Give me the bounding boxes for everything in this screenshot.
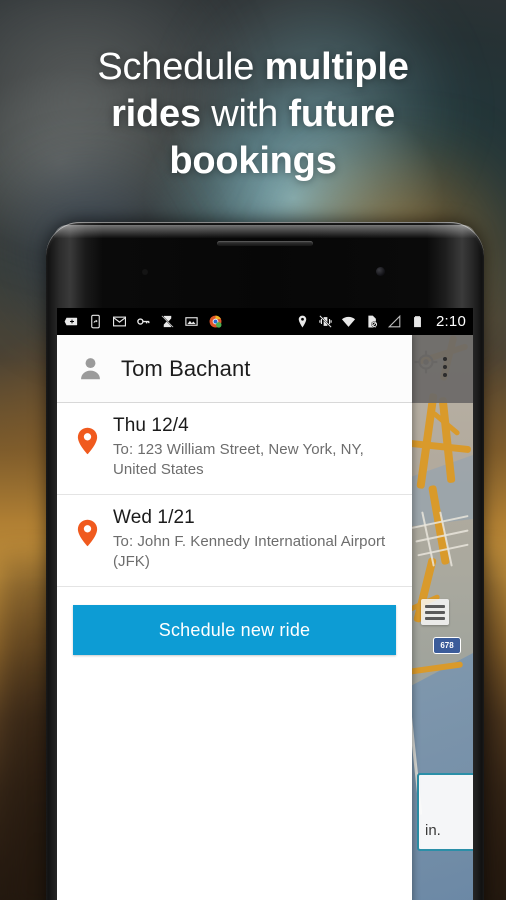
phone-screen: 2:10 678 in. Tom Bachant Thu 12/4 To: 12… (57, 308, 473, 900)
map-pin-icon (77, 519, 98, 547)
status-bar-clock: 2:10 (436, 313, 466, 330)
ride-date: Wed 1/21 (113, 507, 195, 528)
map-pin-icon (77, 427, 98, 455)
headline-line-3: bookings (0, 138, 506, 185)
sd-card-off-icon (368, 315, 378, 328)
navigation-drawer: Tom Bachant Thu 12/4 To: 123 William Str… (57, 335, 412, 900)
user-name: Tom Bachant (121, 355, 251, 381)
overflow-dot (443, 357, 447, 361)
overflow-dot (443, 365, 447, 369)
phone-sync-icon (91, 314, 100, 329)
headline-text-with: with (200, 93, 289, 135)
front-camera (376, 267, 385, 276)
headline-text-multiple: multiple (264, 46, 409, 88)
ride-destination: To: 123 William Street, New York, NY, Un… (113, 441, 364, 478)
list-item[interactable]: Thu 12/4 To: 123 William Street, New Yor… (57, 403, 412, 495)
layers-bar (425, 616, 445, 620)
status-bar-notifications (64, 314, 295, 329)
headline-line-1: Schedule multiple (0, 44, 506, 91)
image-icon (185, 317, 198, 326)
map-callout-card[interactable]: in. (417, 773, 473, 851)
list-item[interactable]: Wed 1/21 To: John F. Kennedy Internation… (57, 495, 412, 587)
hourglass-off-icon (161, 315, 174, 328)
headline-text-rides: rides (111, 93, 201, 135)
map-layers-icon[interactable] (421, 599, 449, 625)
headline-line-2: rides with future (0, 91, 506, 138)
status-bar-system: 2:10 (295, 313, 466, 330)
overflow-menu-icon[interactable] (443, 357, 447, 377)
drawer-header[interactable]: Tom Bachant (57, 335, 412, 403)
layers-bar (425, 610, 445, 614)
ride-destination: To: John F. Kennedy International Airpor… (113, 533, 386, 570)
gmail-icon (113, 316, 126, 327)
key-icon (137, 318, 150, 325)
add-circle-icon (64, 317, 78, 326)
headline-text-bookings: bookings (169, 140, 337, 182)
headline-text-future: future (288, 93, 395, 135)
action-bar-strip (405, 335, 473, 403)
map-road (408, 439, 472, 454)
headline-text-schedule: Schedule (97, 46, 265, 88)
status-bar: 2:10 (57, 308, 473, 335)
vibrate-off-icon (319, 315, 332, 328)
promo-headline: Schedule multiple rides with future book… (0, 44, 506, 185)
overflow-dot (443, 373, 447, 377)
wifi-icon (341, 316, 356, 327)
cta-container: Schedule new ride (57, 587, 412, 655)
promo-screenshot: Schedule multiple rides with future book… (0, 0, 506, 900)
layers-bar (425, 604, 445, 608)
battery-icon (414, 316, 421, 328)
map-view[interactable]: 678 in. (405, 335, 473, 900)
route-shield: 678 (433, 637, 461, 654)
location-pin-icon (298, 315, 307, 328)
phone-device: 2:10 678 in. Tom Bachant Thu 12/4 To: 12… (46, 222, 484, 900)
ride-date: Thu 12/4 (113, 415, 189, 436)
signal-icon (387, 314, 401, 328)
phone-top-gloss (54, 225, 476, 238)
map-callout-text: in. (425, 822, 441, 839)
app-content: 678 in. Tom Bachant Thu 12/4 To: 123 Wil… (57, 335, 473, 900)
earpiece-speaker (217, 241, 313, 246)
proximity-sensor (142, 269, 148, 275)
schedule-new-ride-button[interactable]: Schedule new ride (73, 605, 396, 655)
chrome-icon (209, 315, 222, 328)
person-icon (81, 358, 100, 380)
